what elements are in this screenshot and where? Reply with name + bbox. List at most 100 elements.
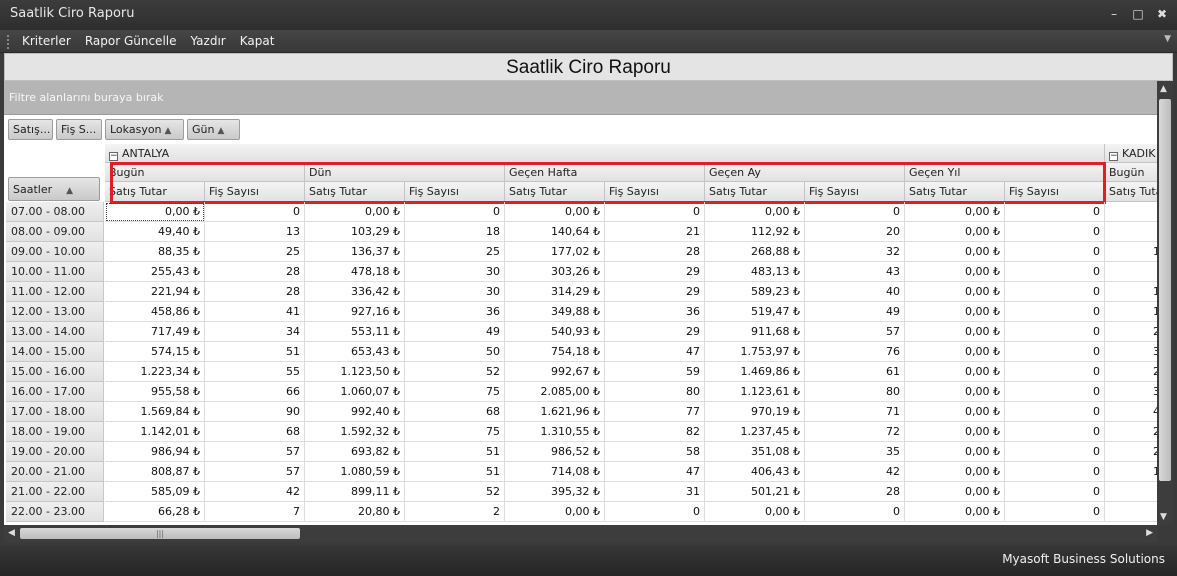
close-icon[interactable]: ✖ — [1153, 6, 1171, 22]
cell-fis-sayisi[interactable]: 51 — [405, 442, 505, 462]
minimize-icon[interactable]: – — [1105, 6, 1123, 22]
cell-kadik-partial[interactable]: 1 — [1105, 462, 1157, 482]
cell-fis-sayisi[interactable]: 40 — [805, 282, 905, 302]
cell-satis-tutar[interactable]: 0,00 ₺ — [905, 442, 1005, 462]
row-header-hour[interactable]: 14.00 - 15.00 — [6, 342, 104, 362]
cell-fis-sayisi[interactable]: 68 — [405, 402, 505, 422]
cell-fis-sayisi[interactable]: 0 — [1005, 482, 1105, 502]
measure-header[interactable]: Fiş Sayısı — [605, 182, 705, 202]
cell-satis-tutar[interactable]: 1.469,86 ₺ — [705, 362, 805, 382]
row-header-hour[interactable]: 08.00 - 09.00 — [6, 222, 104, 242]
cell-fis-sayisi[interactable]: 57 — [205, 462, 305, 482]
cell-satis-tutar[interactable]: 0,00 ₺ — [905, 262, 1005, 282]
cell-fis-sayisi[interactable]: 0 — [405, 202, 505, 222]
cell-fis-sayisi[interactable]: 66 — [205, 382, 305, 402]
maximize-icon[interactable]: □ — [1129, 6, 1147, 22]
cell-satis-tutar[interactable]: 653,43 ₺ — [305, 342, 405, 362]
row-header-hour[interactable]: 20.00 - 21.00 — [6, 462, 104, 482]
row-header-hour[interactable]: 15.00 - 16.00 — [6, 362, 104, 382]
cell-satis-tutar[interactable]: 49,40 ₺ — [105, 222, 205, 242]
cell-satis-tutar[interactable]: 303,26 ₺ — [505, 262, 605, 282]
horizontal-scrollbar[interactable]: ◀ ||| ▶ — [4, 525, 1157, 542]
cell-fis-sayisi[interactable]: 51 — [205, 342, 305, 362]
cell-satis-tutar[interactable]: 0,00 ₺ — [905, 382, 1005, 402]
cell-satis-tutar[interactable]: 0,00 ₺ — [905, 462, 1005, 482]
cell-fis-sayisi[interactable]: 72 — [805, 422, 905, 442]
cell-fis-sayisi[interactable]: 0 — [1005, 282, 1105, 302]
cell-satis-tutar[interactable]: 970,19 ₺ — [705, 402, 805, 422]
cell-satis-tutar[interactable]: 0,00 ₺ — [505, 202, 605, 222]
row-header-hour[interactable]: 17.00 - 18.00 — [6, 402, 104, 422]
cell-satis-tutar[interactable]: 714,08 ₺ — [505, 462, 605, 482]
cell-fis-sayisi[interactable]: 20 — [805, 222, 905, 242]
cell-fis-sayisi[interactable]: 57 — [205, 442, 305, 462]
cell-satis-tutar[interactable]: 1.592,32 ₺ — [305, 422, 405, 442]
cell-kadik-partial[interactable]: 2 — [1105, 422, 1157, 442]
cell-satis-tutar[interactable]: 911,68 ₺ — [705, 322, 805, 342]
cell-fis-sayisi[interactable]: 0 — [1005, 342, 1105, 362]
measure-header[interactable]: Fiş Sayısı — [405, 182, 505, 202]
cell-fis-sayisi[interactable]: 75 — [405, 382, 505, 402]
cell-kadik-partial[interactable]: 3 — [1105, 382, 1157, 402]
toolbar-grip-icon[interactable] — [7, 35, 11, 49]
cell-fis-sayisi[interactable]: 36 — [405, 302, 505, 322]
cell-fis-sayisi[interactable]: 42 — [805, 462, 905, 482]
cell-satis-tutar[interactable]: 221,94 ₺ — [105, 282, 205, 302]
data-field-fis[interactable]: Fiş S... — [56, 119, 102, 140]
cell-satis-tutar[interactable]: 0,00 ₺ — [905, 502, 1005, 522]
scroll-down-icon[interactable]: ▼ — [1160, 512, 1167, 522]
cell-satis-tutar[interactable]: 351,08 ₺ — [705, 442, 805, 462]
collapse-icon[interactable]: − — [1109, 152, 1118, 161]
cell-satis-tutar[interactable]: 808,87 ₺ — [105, 462, 205, 482]
measure-header[interactable]: Satış Tutar — [305, 182, 405, 202]
cell-satis-tutar[interactable]: 0,00 ₺ — [505, 502, 605, 522]
cell-fis-sayisi[interactable]: 80 — [805, 382, 905, 402]
cell-fis-sayisi[interactable]: 0 — [805, 202, 905, 222]
menu-item-yazdir[interactable]: Yazdır — [191, 34, 226, 48]
row-header-hour[interactable]: 13.00 - 14.00 — [6, 322, 104, 342]
cell-fis-sayisi[interactable]: 32 — [805, 242, 905, 262]
cell-fis-sayisi[interactable]: 29 — [605, 282, 705, 302]
cell-satis-tutar[interactable]: 177,02 ₺ — [505, 242, 605, 262]
cell-fis-sayisi[interactable]: 47 — [605, 462, 705, 482]
cell-kadik-partial[interactable]: 3 — [1105, 342, 1157, 362]
cell-satis-tutar[interactable]: 314,29 ₺ — [505, 282, 605, 302]
cell-satis-tutar[interactable]: 136,37 ₺ — [305, 242, 405, 262]
cell-satis-tutar[interactable]: 693,82 ₺ — [305, 442, 405, 462]
cell-satis-tutar[interactable]: 0,00 ₺ — [905, 202, 1005, 222]
toolbar-overflow-icon[interactable]: ▼ — [1164, 34, 1171, 44]
cell-satis-tutar[interactable]: 519,47 ₺ — [705, 302, 805, 322]
scroll-up-icon[interactable]: ▲ — [1160, 84, 1167, 94]
measure-header[interactable]: Satış Tutar — [1105, 182, 1157, 202]
cell-satis-tutar[interactable]: 406,43 ₺ — [705, 462, 805, 482]
period-header-kadik-bugun[interactable]: Bugün — [1105, 163, 1157, 182]
collapse-icon[interactable]: − — [109, 152, 118, 161]
cell-satis-tutar[interactable]: 1.753,97 ₺ — [705, 342, 805, 362]
horizontal-scroll-thumb[interactable]: ||| — [20, 528, 300, 539]
row-header-hour[interactable]: 19.00 - 20.00 — [6, 442, 104, 462]
row-header-hour[interactable]: 09.00 - 10.00 — [6, 242, 104, 262]
column-field-gun[interactable]: Gün ▲ — [187, 119, 240, 140]
cell-fis-sayisi[interactable]: 55 — [205, 362, 305, 382]
cell-fis-sayisi[interactable]: 0 — [1005, 502, 1105, 522]
cell-satis-tutar[interactable]: 1.310,55 ₺ — [505, 422, 605, 442]
cell-kadik-partial[interactable]: 1 — [1105, 282, 1157, 302]
cell-satis-tutar[interactable]: 0,00 ₺ — [705, 502, 805, 522]
cell-satis-tutar[interactable]: 1.237,45 ₺ — [705, 422, 805, 442]
cell-kadik-partial[interactable] — [1105, 202, 1157, 222]
cell-fis-sayisi[interactable]: 0 — [605, 502, 705, 522]
cell-kadik-partial[interactable]: 2 — [1105, 322, 1157, 342]
measure-header[interactable]: Fiş Sayısı — [1005, 182, 1105, 202]
cell-satis-tutar[interactable]: 2.085,00 ₺ — [505, 382, 605, 402]
cell-fis-sayisi[interactable]: 28 — [605, 242, 705, 262]
cell-fis-sayisi[interactable]: 0 — [1005, 242, 1105, 262]
scroll-left-icon[interactable]: ◀ — [8, 528, 15, 538]
cell-fis-sayisi[interactable]: 25 — [205, 242, 305, 262]
cell-fis-sayisi[interactable]: 51 — [405, 462, 505, 482]
cell-satis-tutar[interactable]: 0,00 ₺ — [905, 282, 1005, 302]
cell-fis-sayisi[interactable]: 57 — [805, 322, 905, 342]
vertical-scrollbar[interactable]: ▲ ▼ — [1157, 81, 1173, 525]
scroll-right-icon[interactable]: ▶ — [1146, 528, 1153, 538]
cell-satis-tutar[interactable]: 754,18 ₺ — [505, 342, 605, 362]
measure-header[interactable]: Fiş Sayısı — [205, 182, 305, 202]
